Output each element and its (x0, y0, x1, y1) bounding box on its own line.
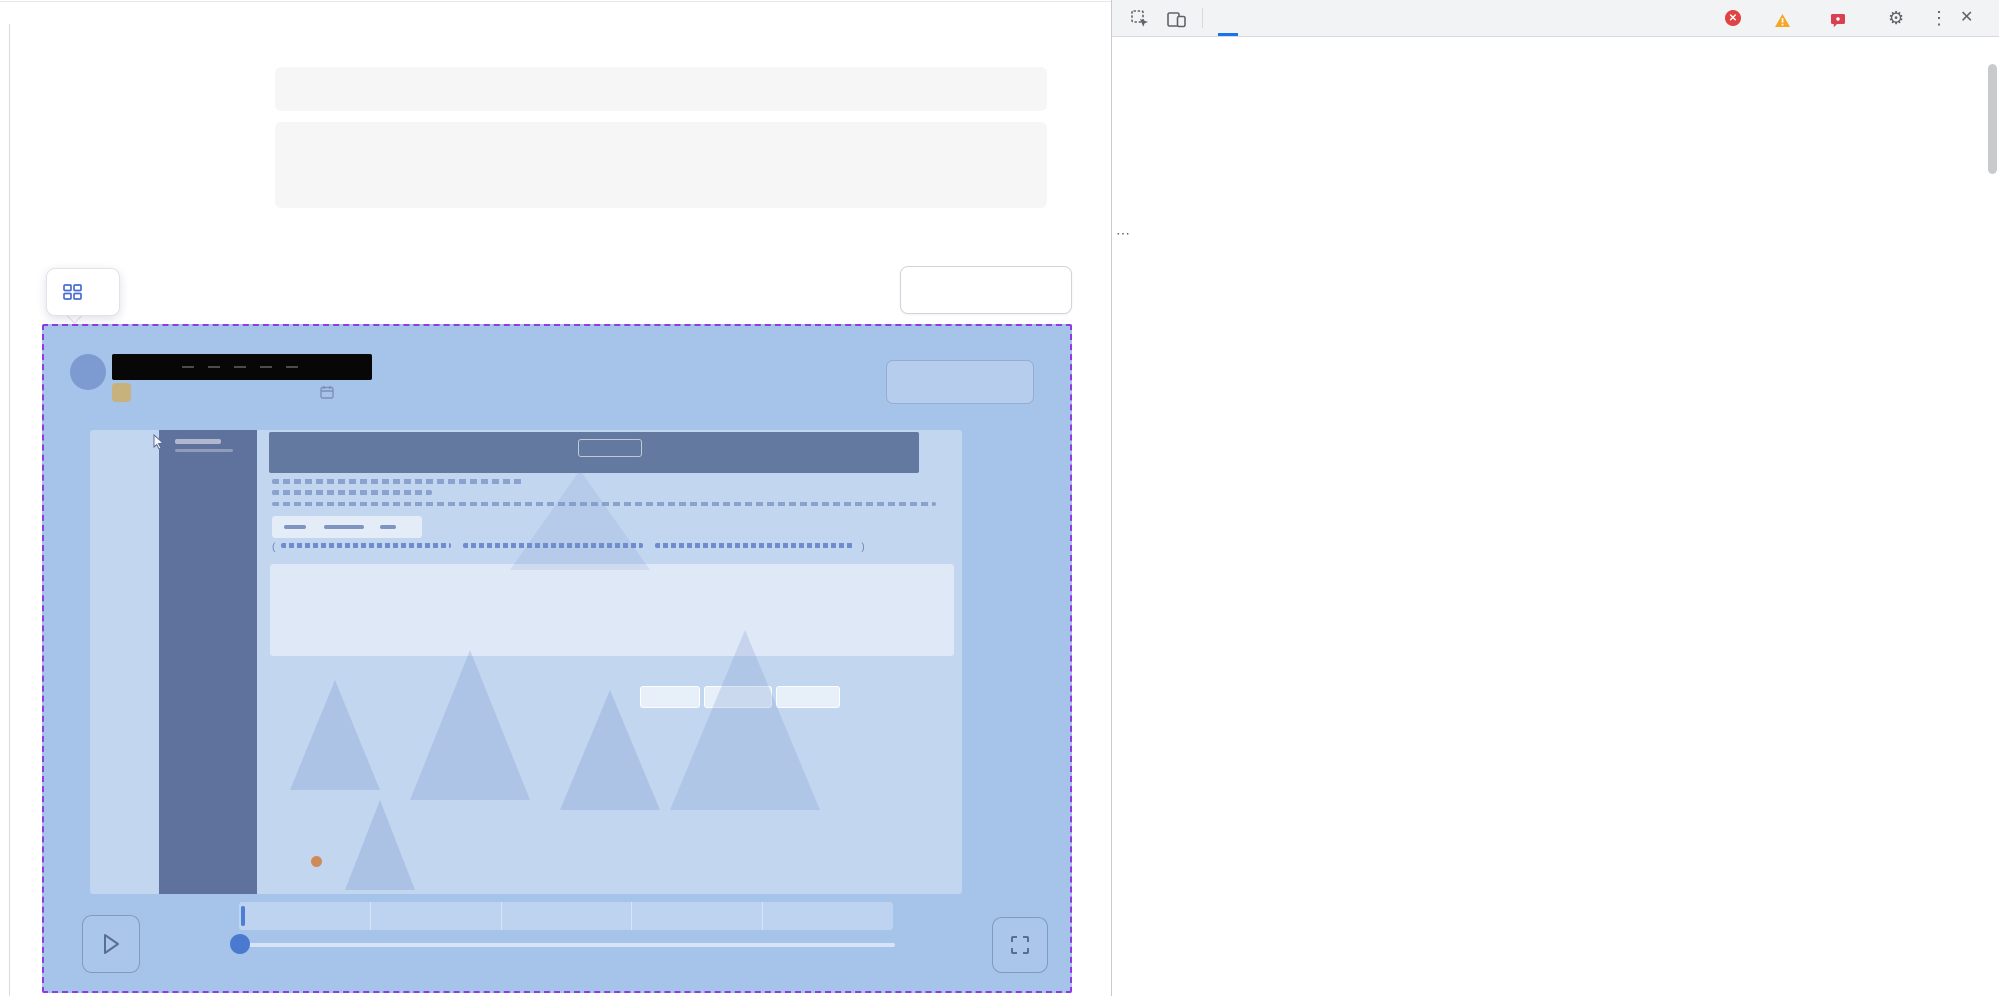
drawer-edge-divider (9, 24, 10, 996)
more-tabs-icon[interactable] (1588, 0, 1596, 36)
moire-triangle (510, 470, 650, 570)
toolbar-divider (1202, 8, 1203, 28)
mini-app-logo-sub (175, 449, 233, 452)
mini-breadcrumb-placeholder (272, 479, 522, 484)
moire-triangle (290, 680, 380, 790)
see-all-replays-button[interactable] (900, 266, 1072, 314)
play-button[interactable] (82, 915, 140, 973)
tab-network[interactable] (1508, 0, 1516, 36)
timeline-band[interactable] (239, 902, 893, 930)
kebab-menu-icon[interactable]: ⋮ (1930, 6, 1948, 30)
calendar-icon (320, 385, 334, 404)
see-full-replay-button[interactable] (886, 360, 1034, 404)
moire-triangle (410, 650, 530, 800)
mini-tour-button (578, 439, 642, 457)
tab-console[interactable] (1320, 0, 1328, 36)
redacted-user-name (112, 354, 372, 380)
gear-icon[interactable]: ⚙ (1888, 6, 1904, 30)
mini-chart-panel (270, 564, 954, 656)
javascript-platform-icon (112, 383, 131, 402)
devtools-tree (1112, 37, 1999, 996)
selected-node-gutter-menu[interactable]: ⋯ (1116, 225, 1130, 242)
screenshot-root: () (0, 0, 1999, 996)
evidence-pane: () (0, 0, 1111, 996)
flex-container-icon (63, 284, 82, 300)
fullscreen-icon (1010, 935, 1030, 955)
mouse-cursor-icon (152, 434, 165, 454)
moire-triangle (560, 690, 660, 810)
timeline-position-marker (241, 906, 245, 926)
device-toolbar-icon[interactable] (1166, 9, 1186, 29)
fullscreen-button[interactable] (992, 917, 1048, 973)
inspect-element-icon[interactable] (1130, 9, 1150, 29)
error-icon[interactable]: ✕ (1725, 10, 1741, 26)
mini-app-logo (175, 439, 221, 444)
issues-icon[interactable] (1828, 10, 1848, 30)
replay-player-container[interactable]: () (42, 324, 1072, 993)
mini-tabs-placeholder (272, 516, 422, 538)
clicked-element-value (275, 67, 1047, 111)
seek-thumb[interactable] (230, 934, 250, 954)
mini-app-sidebar (159, 430, 257, 894)
seek-track[interactable] (239, 943, 895, 947)
close-icon[interactable]: ✕ (1960, 6, 1973, 30)
tab-sources[interactable] (1414, 0, 1422, 36)
warning-icon[interactable] (1772, 10, 1792, 30)
replay-screenshot: () (90, 430, 962, 894)
top-divider (0, 1, 1111, 2)
mini-tag-summary-panel (797, 708, 952, 894)
avatar (70, 354, 106, 390)
devtools-toolbar: ✕ ⚙ ⋮ ✕ (1112, 0, 1999, 37)
inspect-tooltip (46, 268, 120, 316)
mini-breadcrumb-placeholder (272, 490, 432, 495)
tab-elements[interactable] (1224, 0, 1232, 36)
selector-path-value (275, 122, 1047, 208)
moire-triangle (345, 800, 415, 890)
devtools-panel: ✕ ⚙ ⋮ ✕ ⋯ (1111, 0, 1999, 996)
play-icon (101, 933, 121, 955)
moire-triangle (670, 630, 820, 810)
devtools-scrollbar-thumb[interactable] (1988, 64, 1997, 174)
